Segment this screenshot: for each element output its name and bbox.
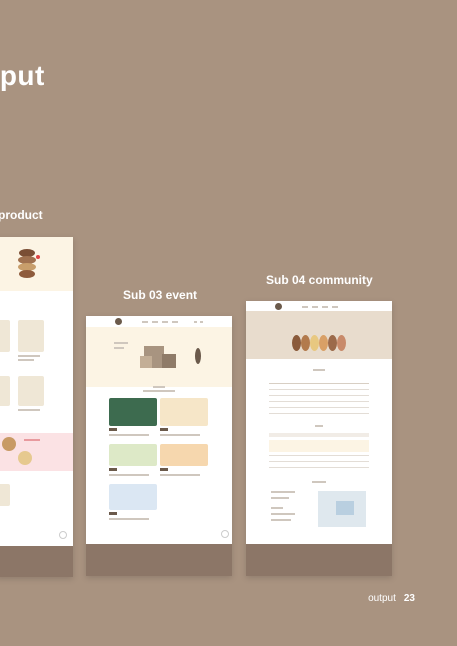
scroll-top-icon[interactable] [221,530,229,538]
bagel-shape [301,335,310,351]
label-sub03-event: Sub 03 event [123,288,198,302]
footer [0,546,73,577]
decor-dot [36,255,40,259]
event-card[interactable] [160,444,208,466]
bagel-shape [19,270,35,278]
section-heading: tput [0,60,45,91]
page-number: 23 [403,593,415,604]
page-number-indicator: output 23 [368,593,415,604]
community-hero [246,311,392,359]
product-card [0,376,10,406]
event-card[interactable] [160,398,208,426]
product-page-mockup [0,237,73,577]
event-card[interactable] [109,484,157,510]
event-card[interactable] [109,398,157,426]
event-page-mockup [86,316,232,576]
label-sub04-community: Sub 04 community [266,273,373,287]
bagel-shape [319,335,328,351]
product-card [18,376,44,406]
product-card [0,320,10,352]
logo-icon [115,318,122,325]
gift-box [162,354,176,368]
gift-box [140,356,152,368]
product-card [18,320,44,352]
page-section-label: output [368,593,396,604]
logo-icon [275,303,282,310]
community-page-mockup [246,301,392,576]
footer [246,544,392,576]
bagel-shape [337,335,346,351]
product-card [0,484,10,506]
bagel-shape [292,335,301,351]
figure-illustration [195,348,201,364]
scroll-top-icon[interactable] [59,531,67,539]
label-product: product [0,208,43,222]
footer [86,544,232,576]
bagel-shape [310,335,319,351]
product-hero [0,237,73,291]
bagel-shape [328,335,337,351]
event-card[interactable] [109,444,157,466]
